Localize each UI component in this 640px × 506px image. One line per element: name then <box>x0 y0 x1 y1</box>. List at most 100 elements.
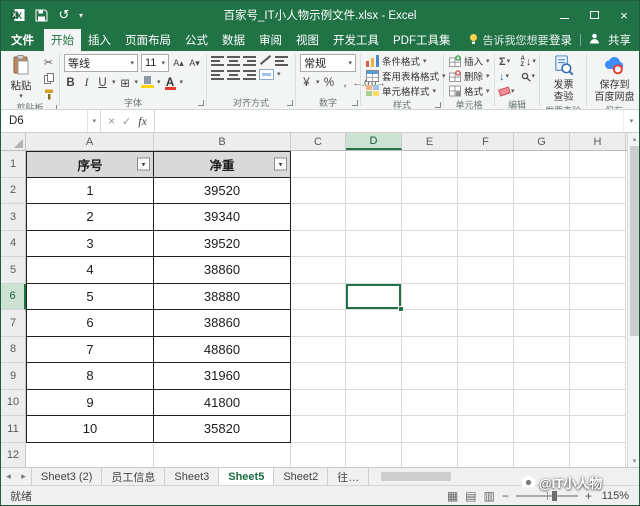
cell-D5[interactable] <box>346 257 402 284</box>
cell-H4[interactable] <box>570 231 626 258</box>
cell-H12[interactable] <box>570 443 626 468</box>
sheet-tab-Sheet3 (2)[interactable]: Sheet3 (2) <box>31 468 102 485</box>
fill-handle[interactable] <box>398 306 404 312</box>
format-button[interactable]: 格式▾ <box>448 84 491 98</box>
table-cell-A6[interactable]: 5 <box>26 284 154 311</box>
cell-H11[interactable] <box>570 416 626 443</box>
cell-F10[interactable] <box>458 390 514 417</box>
zoom-out-icon[interactable]: − <box>502 489 509 503</box>
cut-icon[interactable]: ✂ <box>41 56 56 69</box>
cell-G10[interactable] <box>514 390 570 417</box>
cell-D1[interactable] <box>346 151 402 178</box>
insert-button[interactable]: 插入▾ <box>448 54 491 68</box>
filter-button[interactable]: ▾ <box>274 158 287 171</box>
cell-C11[interactable] <box>291 416 346 443</box>
align-middle-icon[interactable] <box>227 55 240 66</box>
column-header-E[interactable]: E <box>402 133 458 150</box>
cell-A12[interactable] <box>26 443 154 468</box>
row-header-9[interactable]: 9 <box>1 363 26 390</box>
cell-G9[interactable] <box>514 363 570 390</box>
restore-button[interactable] <box>579 1 609 29</box>
table-cell-B3[interactable]: 39340 <box>154 204 291 231</box>
zoom-slider-thumb[interactable] <box>552 491 557 501</box>
cell-F1[interactable] <box>458 151 514 178</box>
cell-F4[interactable] <box>458 231 514 258</box>
invoice-check-button[interactable]: 发票 查验 <box>544 54 583 104</box>
accounting-format-icon[interactable]: ¥ <box>300 75 313 90</box>
cell-C10[interactable] <box>291 390 346 417</box>
table-cell-B7[interactable]: 38860 <box>154 310 291 337</box>
cell-H7[interactable] <box>570 310 626 337</box>
row-header-7[interactable]: 7 <box>1 310 26 337</box>
vertical-scrollbar[interactable]: ▴ ▾ <box>627 133 639 467</box>
minimize-button[interactable] <box>549 1 579 29</box>
column-header-H[interactable]: H <box>570 133 626 150</box>
fill-color-caret-icon[interactable]: ▾ <box>157 79 161 86</box>
row-header-3[interactable]: 3 <box>1 204 26 231</box>
normal-view-icon[interactable]: ▦ <box>447 489 458 503</box>
percent-style-icon[interactable]: % <box>323 75 336 90</box>
cell-G5[interactable] <box>514 257 570 284</box>
ribbon-tab-数据[interactable]: 数据 <box>215 29 252 51</box>
ribbon-tab-页面布局[interactable]: 页面布局 <box>118 29 178 51</box>
row-header-1[interactable]: 1 <box>1 151 26 178</box>
tell-me-box[interactable]: 告诉我您想要做什么... <box>468 29 550 51</box>
italic-button[interactable]: I <box>80 75 93 90</box>
merge-caret-icon[interactable]: ▾ <box>277 71 281 78</box>
decrease-font-size-icon[interactable]: A▾ <box>188 56 201 71</box>
cell-G2[interactable] <box>514 178 570 205</box>
cell-D11[interactable] <box>346 416 402 443</box>
sheet-tab-Sheet3[interactable]: Sheet3 <box>165 468 219 485</box>
cell-H9[interactable] <box>570 363 626 390</box>
table-cell-B2[interactable]: 39520 <box>154 178 291 205</box>
orientation-icon[interactable] <box>259 54 272 66</box>
clear-button[interactable]: ▾ <box>499 85 515 98</box>
cell-E10[interactable] <box>402 390 458 417</box>
table-cell-A3[interactable]: 2 <box>26 204 154 231</box>
sheet-nav-left-icon[interactable]: ◂ <box>1 468 16 485</box>
scroll-up-icon[interactable]: ▴ <box>633 133 637 145</box>
row-header-6[interactable]: 6 <box>1 284 26 311</box>
cell-D6[interactable] <box>346 284 402 311</box>
row-header-12[interactable]: 12 <box>1 443 26 468</box>
cell-styles-button[interactable]: 单元格样式▾ <box>365 84 440 98</box>
name-box-caret-icon[interactable]: ▾ <box>87 110 96 132</box>
close-button[interactable]: × <box>609 1 639 29</box>
cell-H3[interactable] <box>570 204 626 231</box>
column-header-B[interactable]: B <box>154 133 291 150</box>
horizontal-scroll-thumb[interactable] <box>381 472 451 481</box>
table-cell-A2[interactable]: 1 <box>26 178 154 205</box>
dialog-launcher-icon[interactable] <box>435 102 441 108</box>
cell-G8[interactable] <box>514 337 570 364</box>
table-cell-B6[interactable]: 38880 <box>154 284 291 311</box>
cell-F2[interactable] <box>458 178 514 205</box>
zoom-in-icon[interactable]: + <box>585 489 592 503</box>
format-as-table-button[interactable]: 套用表格格式▾ <box>365 69 440 83</box>
sort-filter-button[interactable]: AZ↓▾ <box>521 55 536 68</box>
accounting-caret-icon[interactable]: ▾ <box>316 79 320 86</box>
cell-G1[interactable] <box>514 151 570 178</box>
underline-caret-icon[interactable]: ▾ <box>112 79 116 86</box>
cell-G11[interactable] <box>514 416 570 443</box>
row-header-2[interactable]: 2 <box>1 178 26 205</box>
underline-button[interactable]: U <box>96 75 109 90</box>
align-right-icon[interactable] <box>243 69 256 80</box>
horizontal-scrollbar[interactable] <box>369 468 639 485</box>
column-header-D[interactable]: D <box>346 133 402 150</box>
cell-D2[interactable] <box>346 178 402 205</box>
cell-E12[interactable] <box>402 443 458 468</box>
ribbon-tab-视图[interactable]: 视图 <box>289 29 326 51</box>
column-header-A[interactable]: A <box>26 133 154 150</box>
cell-C3[interactable] <box>291 204 346 231</box>
wrap-text-icon[interactable] <box>275 55 288 66</box>
increase-font-size-icon[interactable]: A▴ <box>172 56 185 71</box>
formula-input[interactable] <box>155 110 623 132</box>
cell-D8[interactable] <box>346 337 402 364</box>
cell-C6[interactable] <box>291 284 346 311</box>
cell-D7[interactable] <box>346 310 402 337</box>
borders-caret-icon[interactable]: ▾ <box>135 79 139 86</box>
cell-G12[interactable] <box>514 443 570 468</box>
cell-D3[interactable] <box>346 204 402 231</box>
sheet-tab-Sheet2[interactable]: Sheet2 <box>274 468 328 485</box>
table-cell-B10[interactable]: 41800 <box>154 390 291 417</box>
